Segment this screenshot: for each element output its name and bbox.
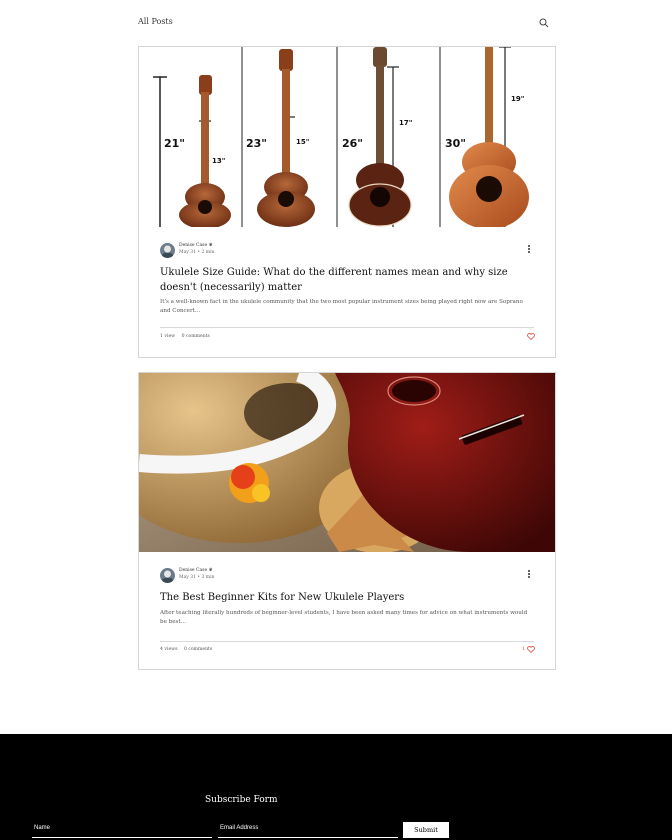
post-body: Denise Case ♛ May 31 • 3 min The Best Be… [160,568,534,627]
read-time: 2 min [201,250,215,255]
svg-text:15": 15" [296,138,309,146]
author-avatar[interactable] [160,243,175,258]
svg-text:21": 21" [164,137,185,150]
heart-icon [527,646,535,653]
more-options-icon[interactable] [526,570,532,580]
ukulele-sizes-image[interactable]: 21" 13" 23" 15" 26" 17" 30" 19" [139,47,555,227]
view-count: 1 view [160,334,176,339]
email-placeholder: Email Address [220,825,259,831]
all-posts-label[interactable]: All Posts [138,17,173,26]
author-name[interactable]: Denise Case [179,243,207,248]
blog-header: All Posts [138,16,556,32]
post-title[interactable]: Ukulele Size Guide: What do the differen… [160,266,534,295]
svg-text:23": 23" [246,137,267,150]
post-stats: 1 view 0 comments [160,334,215,339]
like-button[interactable] [525,333,535,340]
read-time: 3 min [201,575,215,580]
subscribe-title: Subscribe Form [205,795,278,805]
name-placeholder: Name [34,825,51,831]
like-count: 1 [522,647,525,652]
heart-icon [527,333,535,340]
admin-crown-icon: ♛ [208,568,213,573]
comment-count[interactable]: 0 comments [182,334,210,339]
view-count: 4 views [160,647,178,652]
search-icon[interactable] [539,18,549,28]
like-button[interactable]: 1 [522,646,535,653]
post-card[interactable]: Denise Case ♛ May 31 • 3 min The Best Be… [138,372,556,670]
author-name[interactable]: Denise Case [179,568,207,573]
more-options-icon[interactable] [526,245,532,255]
post-title[interactable]: The Best Beginner Kits for New Ukulele P… [160,591,534,606]
post-date: May 31 [179,575,196,580]
divider [160,641,534,642]
post-excerpt[interactable]: It's a well-known fact in the ukulele co… [160,298,534,316]
post-body: Denise Case ♛ May 31 • 2 min Ukulele Siz… [160,243,534,316]
svg-text:30": 30" [445,137,466,150]
post-date: May 31 [179,250,196,255]
svg-text:17": 17" [399,119,412,127]
svg-text:13": 13" [212,157,225,165]
post-stats: 4 views 0 comments [160,647,217,652]
email-field[interactable]: Email Address [218,822,398,838]
svg-text:26": 26" [342,137,363,150]
ukulele-lei-hat-image[interactable] [139,373,555,552]
comment-count[interactable]: 0 comments [184,647,212,652]
name-field[interactable]: Name [32,822,212,838]
author-row: Denise Case ♛ May 31 • 2 min [160,243,534,261]
svg-text:19": 19" [511,95,524,103]
post-card[interactable]: 21" 13" 23" 15" 26" 17" 30" 19" Denise C… [138,46,556,358]
admin-crown-icon: ♛ [208,243,213,248]
author-avatar[interactable] [160,568,175,583]
divider [160,327,534,328]
subscribe-footer: Subscribe Form Name Email Address Submit [0,734,672,840]
author-row: Denise Case ♛ May 31 • 3 min [160,568,534,586]
post-excerpt[interactable]: After teaching literally hundreds of beg… [160,609,534,627]
submit-button[interactable]: Submit [403,822,449,838]
